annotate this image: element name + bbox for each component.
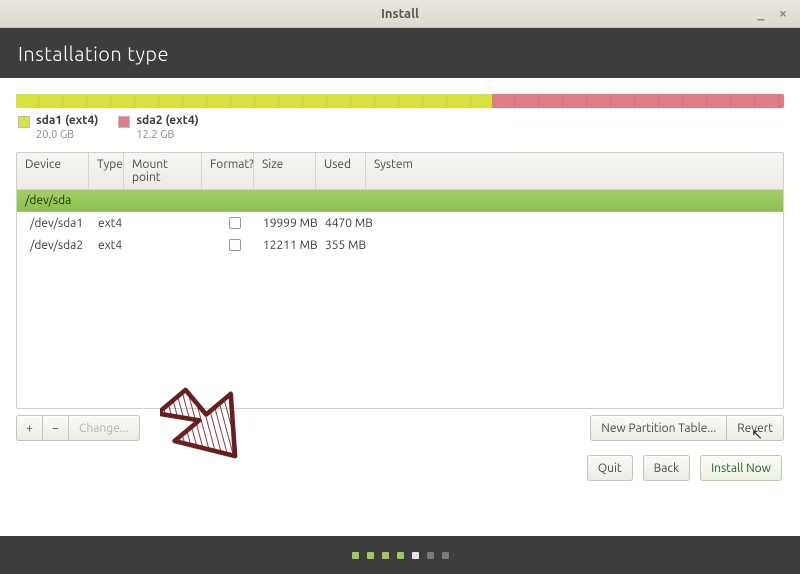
cell-used: 355 MB [323, 239, 375, 252]
titlebar: Install _ × [0, 0, 800, 28]
install-now-button[interactable]: Install Now [700, 455, 782, 481]
remove-partition-button[interactable]: − [42, 415, 68, 441]
table-row[interactable]: /dev/sda2 ext4 12211 MB 355 MB [17, 234, 783, 256]
th-format[interactable]: Format? [202, 153, 254, 189]
th-size[interactable]: Size [254, 153, 316, 189]
step-dot [397, 552, 404, 559]
cell-size: 12211 MB [261, 239, 323, 252]
cell-device: /dev/sda2 [24, 239, 96, 252]
partition-legend: sda1 (ext4) 20.0 GB sda2 (ext4) 12.2 GB [16, 114, 784, 142]
back-button[interactable]: Back [643, 455, 690, 481]
add-partition-button[interactable]: + [16, 415, 42, 441]
table-row[interactable]: /dev/sda1 ext4 19999 MB 4470 MB [17, 212, 783, 234]
revert-button[interactable]: Revert [726, 415, 784, 441]
square-icon [18, 116, 30, 128]
disk-label: /dev/sda [25, 194, 71, 207]
format-checkbox[interactable] [229, 239, 241, 251]
step-dot [352, 552, 359, 559]
cell-size: 19999 MB [261, 217, 323, 230]
step-dot [427, 552, 434, 559]
partition-table: Device Type Mount point Format? Size Use… [16, 152, 784, 409]
step-dot [367, 552, 374, 559]
step-dot [382, 552, 389, 559]
change-partition-button[interactable]: Change... [68, 415, 140, 441]
table-row-disk[interactable]: /dev/sda [17, 190, 783, 212]
th-type[interactable]: Type [89, 153, 124, 189]
progress-dots [0, 536, 800, 574]
step-dot-current [412, 552, 419, 559]
legend-size: 12.2 GB [136, 128, 198, 142]
cell-type: ext4 [96, 217, 131, 230]
cell-type: ext4 [96, 239, 131, 252]
window-title: Install [381, 7, 419, 21]
close-icon[interactable]: × [774, 4, 792, 22]
step-dot [442, 552, 449, 559]
minimize-icon[interactable]: _ [752, 4, 770, 22]
legend-item: sda2 (ext4) 12.2 GB [118, 114, 198, 142]
format-checkbox[interactable] [229, 217, 241, 229]
cell-device: /dev/sda1 [24, 217, 96, 230]
new-partition-table-button[interactable]: New Partition Table... [590, 415, 726, 441]
th-system[interactable]: System [366, 153, 783, 189]
quit-button[interactable]: Quit [587, 455, 633, 481]
legend-size: 20.0 GB [36, 128, 98, 142]
cell-used: 4470 MB [323, 217, 375, 230]
th-used[interactable]: Used [316, 153, 366, 189]
table-header: Device Type Mount point Format? Size Use… [17, 153, 783, 190]
legend-name: sda1 (ext4) [36, 114, 98, 128]
legend-name: sda2 (ext4) [136, 114, 198, 128]
partition-segment-sda1 [16, 94, 492, 108]
page-title: Installation type [0, 28, 800, 78]
partition-actions: + − Change... [16, 415, 140, 441]
th-mount[interactable]: Mount point [124, 153, 202, 189]
partition-segment-sda2 [492, 94, 784, 108]
legend-item: sda1 (ext4) 20.0 GB [18, 114, 98, 142]
th-device[interactable]: Device [17, 153, 89, 189]
table-body[interactable]: /dev/sda /dev/sda1 ext4 19999 MB 4470 MB… [17, 190, 783, 408]
square-icon [118, 116, 130, 128]
partition-bar [16, 94, 784, 108]
